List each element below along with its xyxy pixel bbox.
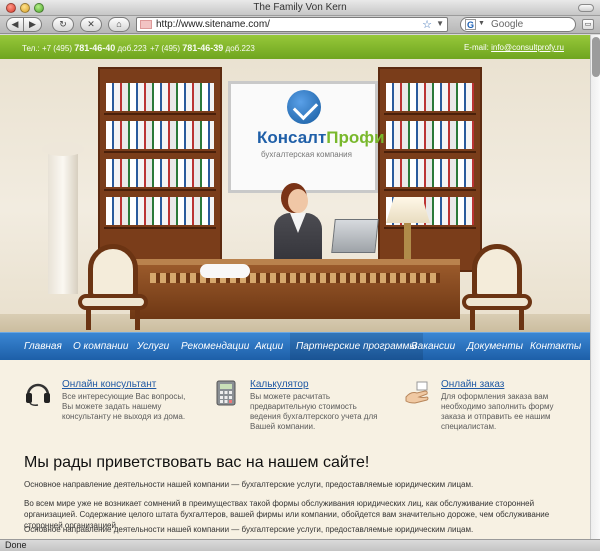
email-contact: E-mail: info@consultprofy.ru [463,43,564,52]
page-menu-button[interactable]: ▭ [582,19,594,30]
status-bar: Done [0,539,600,551]
intro-paragraph: Основное направление деятельности нашей … [24,480,474,489]
back-button[interactable]: ◀ [6,17,24,32]
stop-icon: ✕ [87,19,95,29]
nav-services[interactable]: Услуги [137,333,169,360]
reload-button[interactable]: ↻ [52,17,74,32]
email-link[interactable]: info@consultprofy.ru [491,43,564,52]
logo-subtitle: бухгалтерская компания [261,150,352,159]
nav-about[interactable]: О компании [73,333,128,360]
search-box[interactable]: G ▼ Google [460,17,576,32]
hero-banner: КонсалтПрофи бухгалтерская компания [0,59,600,332]
phone-2: +7 (495) 781-46-39 доб.223 [150,43,255,53]
site-logo[interactable]: КонсалтПрофи [257,128,385,148]
url-text[interactable]: http://www.sitename.com/ [156,19,270,30]
nav-home[interactable]: Главная [24,333,62,360]
feature-title[interactable]: Калькулятор [250,379,309,390]
welcome-heading: Мы рады приветствовать вас на нашем сайт… [24,454,370,471]
laptop-image [331,219,379,253]
nav-documents[interactable]: Документы [467,333,523,360]
column-decoration [42,142,84,294]
chair-right [462,244,532,332]
nav-vacancies[interactable]: Вакансии [411,333,455,360]
bookmark-star-icon[interactable]: ☆ [422,18,432,31]
chair-left [78,244,148,332]
search-input[interactable]: Google [491,19,523,30]
nav-contacts[interactable]: Контакты [530,333,581,360]
forward-arrow-icon: ▶ [29,19,36,29]
phone-1: Тел.: +7 (495) 781-46-40 доб.223 [22,43,147,53]
nav-promotions[interactable]: Акции [255,333,283,360]
forward-button[interactable]: ▶ [24,17,42,32]
feature-text: Вы можете расчитать предварительную стои… [250,392,378,431]
nav-recommendations[interactable]: Рекомендации [181,333,249,360]
feature-text: Все интересующие Вас вопросы, Вы можете … [62,392,186,421]
bookcase-right [378,67,482,272]
vertical-scrollbar[interactable] [590,35,600,539]
browser-toolbar: ◀ ▶ ↻ ✕ ⌂ http://www.sitename.com/ ☆ ▼ G… [0,16,600,34]
scrollbar-thumb[interactable] [592,37,600,77]
window-titlebar: The Family Von Kern [0,0,600,16]
desk-image [130,259,460,319]
window-title: The Family Von Kern [253,2,347,13]
nav-partner-programs[interactable]: Партнерские программы [290,333,423,360]
web-page: Тел.: +7 (495) 781-46-40 доб.223 +7 (495… [0,35,600,539]
stop-button[interactable]: ✕ [80,17,102,32]
reload-icon: ↻ [59,19,67,29]
logo-board: КонсалтПрофи бухгалтерская компания [228,81,385,193]
toolbar-toggle-button[interactable] [578,4,594,12]
address-bar[interactable]: http://www.sitename.com/ ☆ ▼ [136,17,448,32]
home-icon: ⌂ [116,19,122,29]
main-navigation: Главная О компании Услуги Рекомендации А… [0,332,600,360]
status-text: Done [5,540,27,550]
feature-title[interactable]: Онлайн заказ [441,379,504,390]
home-button[interactable]: ⌂ [108,17,130,32]
tea-set-image [200,264,250,278]
calculator-icon [216,380,236,406]
favicon-icon [140,20,152,29]
google-icon[interactable]: G [465,19,476,30]
url-dropdown-icon[interactable]: ▼ [436,19,444,28]
bookcase-left [98,67,222,272]
back-arrow-icon: ◀ [11,19,19,29]
intro-paragraph: Основное направление деятельности нашей … [24,525,474,534]
contact-bar: Тел.: +7 (495) 781-46-40 доб.223 +7 (495… [0,35,600,59]
feature-text: Для оформления заказа вам необходимо зап… [441,392,554,431]
search-engine-dropdown-icon[interactable]: ▼ [478,20,485,27]
order-hand-icon [405,381,429,404]
logo-emblem-icon [287,90,321,124]
feature-title[interactable]: Онлайн консультант [62,379,156,390]
headset-icon [26,383,50,406]
